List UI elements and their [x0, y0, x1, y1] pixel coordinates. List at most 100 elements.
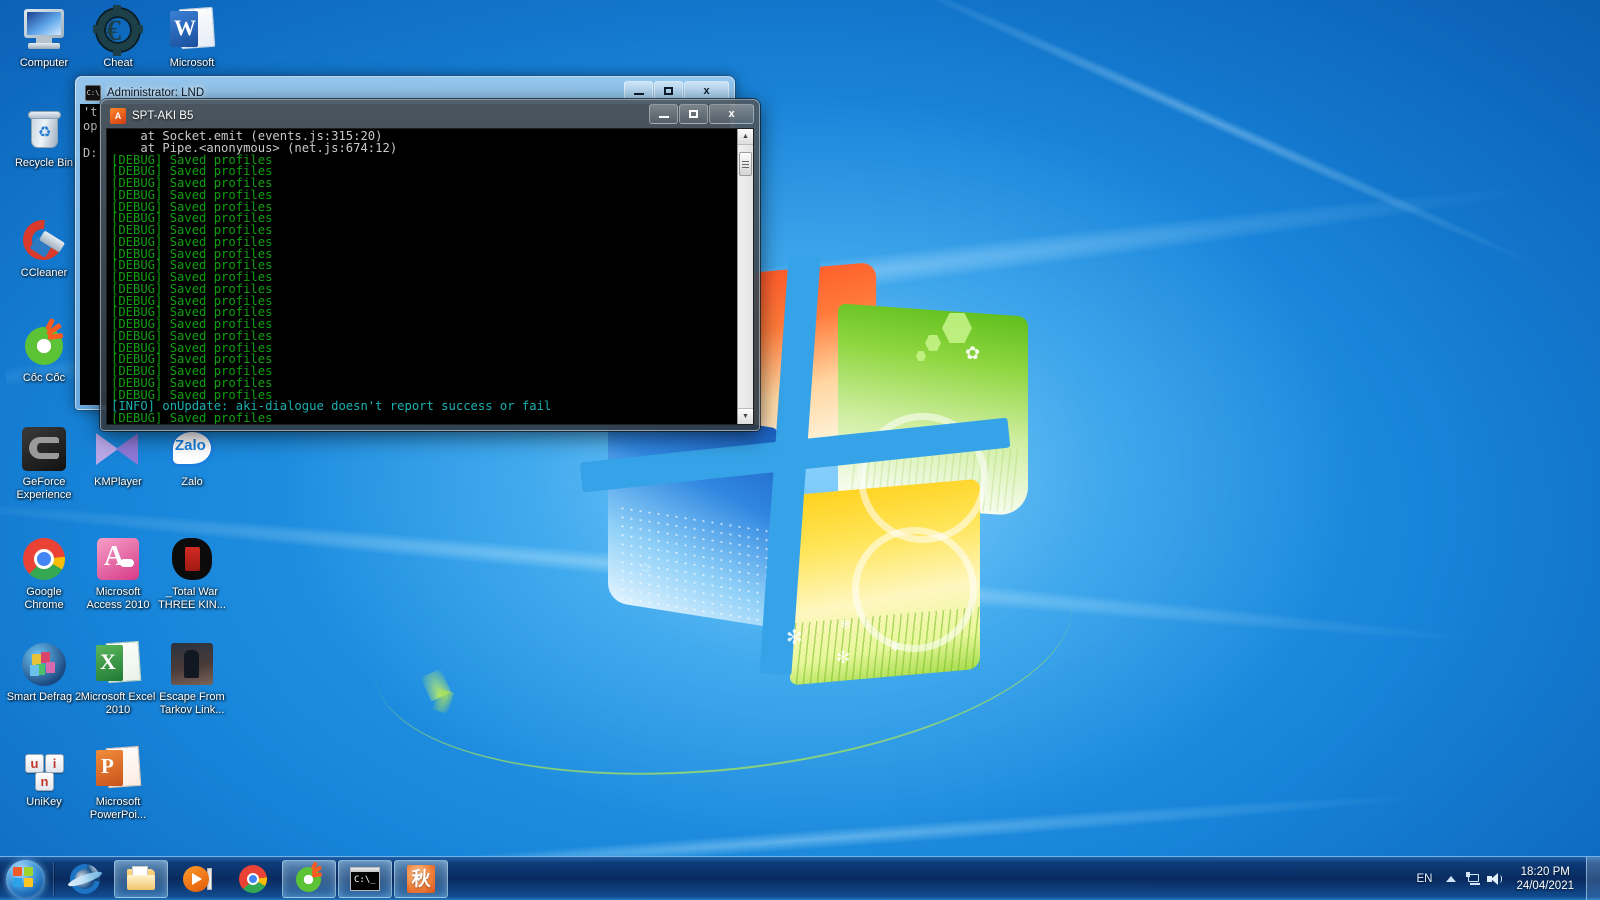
- coccoc-icon: [20, 321, 68, 369]
- kmplayer-icon: [94, 425, 142, 473]
- taskbar-item-coccoc[interactable]: [282, 860, 336, 898]
- desktop-icon-coccoc[interactable]: Cốc Cốc: [6, 321, 82, 385]
- desktop-icon-access[interactable]: A Microsoft Access 2010: [80, 535, 156, 611]
- ccleaner-icon: [20, 216, 68, 264]
- ms-access-icon: A: [94, 535, 142, 583]
- system-tray[interactable]: EN 18:20 PM 24/04/2021: [1408, 857, 1600, 900]
- total-war-icon: [168, 535, 216, 583]
- desktop-icon-label: CCleaner: [6, 267, 82, 280]
- window-controls[interactable]: x: [623, 81, 729, 101]
- desktop-icon-label: Cốc Cốc: [6, 372, 82, 385]
- desktop-icon-label: UniKey: [6, 796, 82, 809]
- vertical-scrollbar[interactable]: ▲ ▼: [737, 129, 753, 424]
- desktop-icon-word[interactable]: W Microsoft: [154, 6, 230, 70]
- titlebar-spt-aki[interactable]: A SPT-AKI B5 x: [105, 104, 755, 128]
- cmd-icon: C:\_: [350, 864, 380, 894]
- desktop-icon-ccleaner[interactable]: CCleaner: [6, 216, 82, 280]
- scroll-down-arrow-icon[interactable]: ▼: [738, 408, 753, 424]
- desktop-icon-unikey[interactable]: u i n UniKey: [6, 745, 82, 809]
- cheat-engine-icon: €: [94, 6, 142, 54]
- coccoc-icon: [294, 864, 324, 894]
- computer-icon: [20, 6, 68, 54]
- microsoft-word-icon: W: [168, 6, 216, 54]
- unikey-icon: u i n: [20, 745, 68, 793]
- maximize-button[interactable]: [654, 81, 683, 101]
- desktop-icon-label: Zalo: [154, 476, 230, 489]
- scrollbar-thumb[interactable]: [739, 152, 752, 176]
- taskbar-item-internet-explorer[interactable]: [58, 860, 112, 898]
- desktop-icon-label: Microsoft PowerPoi...: [80, 796, 156, 821]
- media-player-icon: [182, 864, 212, 894]
- window-spt-aki[interactable]: A SPT-AKI B5 x at Socket.emit (events.js…: [100, 99, 760, 431]
- scroll-up-arrow-icon[interactable]: ▲: [738, 129, 753, 145]
- desktop-icon-label: Microsoft: [154, 57, 230, 70]
- desktop-icon-label: Recycle Bin: [6, 157, 82, 170]
- desktop-icon-escape-from-tarkov[interactable]: Escape From Tarkov Link...: [154, 640, 230, 716]
- desktop-icon-label: Computer: [6, 57, 82, 70]
- desktop-icon-label: Microsoft Excel 2010: [80, 691, 156, 716]
- desktop-icon-label: Google Chrome: [6, 586, 82, 611]
- close-button[interactable]: x: [709, 104, 754, 124]
- taskbar-item-command-prompt[interactable]: C:\_: [338, 860, 392, 898]
- sparkle-icon: ✻: [840, 617, 851, 633]
- cmd-icon: C:\: [85, 85, 101, 101]
- desktop-icon-label: Microsoft Access 2010: [80, 586, 156, 611]
- butterfly-icon: ✿: [640, 560, 651, 576]
- taskbar-item-spt-aki[interactable]: 秋: [394, 860, 448, 898]
- sparkle-icon: ✻: [836, 648, 850, 668]
- minimize-button[interactable]: [624, 81, 653, 101]
- clock[interactable]: 18:20 PM 24/04/2021: [1506, 865, 1584, 893]
- maximize-button[interactable]: [679, 104, 708, 124]
- folder-icon: [126, 864, 156, 894]
- desktop-icon-label: _Total War THREE KIN...: [154, 586, 230, 611]
- taskbar[interactable]: C:\_ 秋 EN 18:20 PM: [0, 856, 1600, 900]
- sparkle-icon: ✻: [890, 640, 900, 654]
- zalo-icon: Zalo: [168, 425, 216, 473]
- desktop-icon-kmplayer[interactable]: KMPlayer: [80, 425, 156, 489]
- desktop-icon-label: Escape From Tarkov Link...: [154, 691, 230, 716]
- language-indicator[interactable]: EN: [1408, 873, 1440, 885]
- taskbar-item-windows-explorer[interactable]: [114, 860, 168, 898]
- desktop-icon-powerpoint[interactable]: P Microsoft PowerPoi...: [80, 745, 156, 821]
- console-output-spt: at Socket.emit (events.js:315:20) at Pip…: [107, 129, 737, 424]
- taskbar-item-google-chrome[interactable]: [226, 860, 280, 898]
- desktop-icon-cheat[interactable]: € Cheat: [80, 6, 156, 70]
- chevron-up-icon: [1446, 876, 1456, 882]
- ms-excel-icon: X: [94, 640, 142, 688]
- sparkle-icon: ✻: [786, 625, 803, 650]
- scrollbar-grip-icon: [742, 161, 749, 168]
- minimize-button[interactable]: [649, 104, 678, 124]
- recycle-bin-icon: ♻: [20, 106, 68, 154]
- volume-icon: [1487, 872, 1503, 886]
- close-button[interactable]: x: [684, 81, 729, 101]
- console-client-area: at Socket.emit (events.js:315:20) at Pip…: [106, 128, 754, 425]
- console-line-debug: [DEBUG] Saved profiles: [111, 413, 737, 424]
- taskbar-item-windows-media-player[interactable]: [170, 860, 224, 898]
- taskbar-divider: [53, 862, 54, 896]
- window-controls[interactable]: x: [648, 104, 754, 124]
- clock-time: 18:20 PM: [1516, 865, 1574, 879]
- chrome-icon: [238, 864, 268, 894]
- desktop-icon-label: KMPlayer: [80, 476, 156, 489]
- desktop-icon-smart-defrag[interactable]: Smart Defrag 2: [6, 640, 82, 704]
- start-button[interactable]: [2, 858, 50, 900]
- volume-button[interactable]: [1484, 864, 1506, 894]
- internet-explorer-icon: [70, 864, 100, 894]
- desktop-icon-chrome[interactable]: Google Chrome: [6, 535, 82, 611]
- desktop-icon-zalo[interactable]: Zalo Zalo: [154, 425, 230, 489]
- desktop-icon-excel[interactable]: X Microsoft Excel 2010: [80, 640, 156, 716]
- desktop-icon-geforce-experience[interactable]: GeForce Experience: [6, 425, 82, 501]
- network-button[interactable]: [1462, 864, 1484, 894]
- logo-halo: [852, 527, 977, 652]
- window-title: Administrator: LND: [107, 87, 204, 99]
- smart-defrag-icon: [20, 640, 68, 688]
- show-desktop-button[interactable]: [1586, 857, 1600, 900]
- desktop-icon-recycle-bin[interactable]: ♻ Recycle Bin: [6, 106, 82, 170]
- desktop-icon-label: Cheat: [80, 57, 156, 70]
- cjk-autumn-icon: 秋: [406, 864, 436, 894]
- desktop-icon-total-war[interactable]: _Total War THREE KIN...: [154, 535, 230, 611]
- clock-date: 24/04/2021: [1516, 879, 1574, 893]
- desktop[interactable]: ✿ ✿ ✻ ✻ ✻ ✻ Computer € Cheat W Microsoft…: [0, 0, 1600, 900]
- show-hidden-icons-button[interactable]: [1440, 864, 1462, 894]
- desktop-icon-computer[interactable]: Computer: [6, 6, 82, 70]
